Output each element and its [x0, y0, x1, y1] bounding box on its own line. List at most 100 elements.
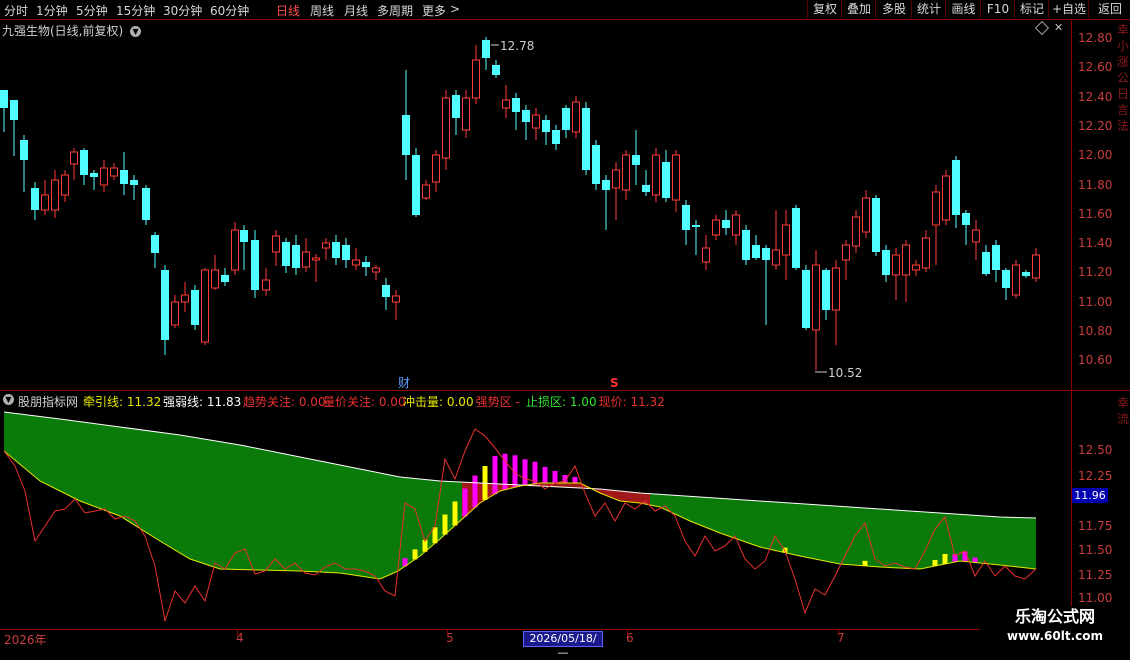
candle-body [412, 155, 420, 215]
main-y-tick: 12.40 [1078, 89, 1113, 104]
impact-bar [572, 477, 578, 483]
indicator-chart[interactable] [0, 391, 1071, 629]
candle-body [742, 230, 750, 260]
candle-body [211, 269, 219, 289]
candle-body [702, 247, 710, 263]
candle-body [0, 90, 8, 108]
period-tab-60min[interactable]: 60分钟 [210, 2, 249, 19]
add-watchlist-button[interactable]: +自选 [1048, 0, 1089, 18]
up-candle [862, 190, 870, 238]
statistics-button[interactable]: 统计 [911, 0, 946, 18]
candle-body [802, 270, 810, 328]
down-candle [251, 230, 259, 298]
period-tab-fenshi[interactable]: 分时 [4, 2, 28, 19]
period-tab-more[interactable]: 更多 [422, 2, 446, 19]
up-candle [372, 265, 380, 280]
down-candle [1022, 270, 1030, 278]
back-button[interactable]: 返回 [1088, 0, 1130, 18]
candle-body [161, 270, 169, 340]
up-candle [892, 248, 900, 300]
mark-button[interactable]: 标记 [1014, 0, 1049, 18]
up-candle [1012, 260, 1020, 298]
up-candle [61, 170, 69, 202]
candle-body [322, 242, 330, 249]
candle-body [562, 108, 570, 130]
candle-body [872, 198, 880, 252]
top-toolbar: 分时 1分钟 5分钟 15分钟 30分钟 60分钟 日线 周线 月线 多周期 更… [0, 0, 1130, 20]
main-y-tick: 11.80 [1078, 177, 1113, 192]
candle-body [231, 229, 239, 271]
up-candle [312, 254, 320, 282]
down-candle [0, 90, 8, 132]
period-tab-30min[interactable]: 30分钟 [163, 2, 202, 19]
period-tab-1min[interactable]: 1分钟 [36, 2, 68, 19]
tick [627, 630, 628, 636]
chevron-right-icon[interactable]: > [450, 2, 460, 16]
candle-body [41, 194, 49, 211]
candle-body [171, 301, 179, 326]
candle-body [110, 167, 118, 177]
up-candle [262, 268, 270, 296]
down-candle [161, 265, 169, 355]
candle-body [201, 269, 209, 343]
candle-body [552, 130, 560, 144]
impact-bar [432, 527, 438, 544]
period-tab-15min[interactable]: 15分钟 [116, 2, 155, 19]
down-candle [992, 240, 1000, 282]
up-candle [322, 238, 330, 260]
multi-stock-button[interactable]: 多股 [875, 0, 912, 18]
down-candle [982, 245, 990, 276]
candle-body [151, 235, 159, 253]
candle-body [51, 179, 59, 211]
candle-body [792, 208, 800, 268]
down-candle [602, 175, 610, 230]
tick [447, 630, 448, 636]
period-tab-5min[interactable]: 5分钟 [76, 2, 108, 19]
f10-button[interactable]: F10 [980, 0, 1015, 18]
down-candle [682, 200, 690, 245]
overlay-button[interactable]: 叠加 [841, 0, 876, 18]
candle-body [732, 214, 740, 236]
candle-body [142, 188, 150, 220]
candle-body [262, 279, 270, 291]
up-candle [912, 260, 920, 276]
up-candle [612, 162, 620, 220]
candle-body [892, 254, 900, 276]
stop-loss-zone [4, 412, 462, 579]
candle-body [332, 242, 340, 258]
period-tab-multi[interactable]: 多周期 [377, 2, 413, 19]
up-candle [110, 163, 118, 180]
period-tab-monthly[interactable]: 月线 [344, 2, 368, 19]
candle-body [402, 115, 410, 155]
candle-body [312, 257, 320, 261]
down-candle [120, 152, 128, 195]
candle-body [982, 252, 990, 274]
candle-body [100, 167, 108, 186]
restore-rights-button[interactable]: 复权 [807, 0, 842, 18]
up-candle [1032, 248, 1040, 282]
period-tab-daily[interactable]: 日线 [276, 2, 300, 19]
indicator-y-tick: 11.25 [1078, 568, 1113, 582]
down-candle [552, 125, 560, 150]
draw-line-button[interactable]: 画线 [945, 0, 981, 18]
candle-body [191, 290, 199, 325]
down-candle [742, 225, 750, 265]
candlestick-chart[interactable]: 12.78 10.52 财 S [0, 20, 1071, 390]
indicator-y-tick: 11.50 [1078, 543, 1113, 557]
up-candle [732, 210, 740, 245]
candle-body [181, 294, 189, 303]
up-candle [171, 295, 179, 328]
up-candle [432, 150, 440, 192]
candle-body [542, 120, 550, 132]
impact-bar [452, 501, 458, 526]
candle-body [282, 242, 290, 266]
up-candle [622, 150, 630, 200]
candle-body [90, 173, 98, 177]
candle-body [482, 40, 490, 58]
period-tab-weekly[interactable]: 周线 [310, 2, 334, 19]
main-y-tick: 12.80 [1078, 31, 1113, 45]
candle-body [712, 219, 720, 236]
up-candle [392, 290, 400, 320]
down-candle [752, 235, 760, 260]
down-candle [412, 148, 420, 217]
